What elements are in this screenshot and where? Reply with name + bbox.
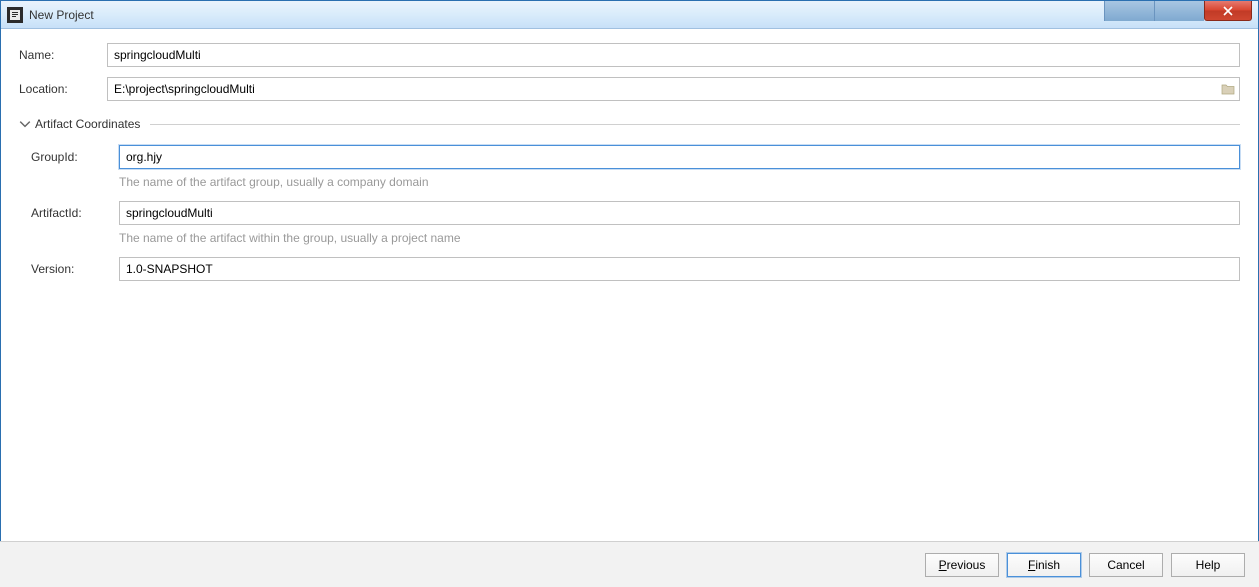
- app-icon: [7, 7, 23, 23]
- section-title: Artifact Coordinates: [35, 117, 140, 131]
- name-input[interactable]: [107, 43, 1240, 67]
- name-label: Name:: [19, 48, 107, 62]
- previous-button[interactable]: Previous: [925, 553, 999, 577]
- version-label: Version:: [31, 262, 119, 276]
- browse-folder-icon[interactable]: [1217, 83, 1239, 95]
- help-button[interactable]: Help: [1171, 553, 1245, 577]
- artifactid-hint: The name of the artifact within the grou…: [119, 231, 1240, 245]
- name-row: Name:: [19, 43, 1240, 67]
- location-input[interactable]: [108, 78, 1217, 100]
- location-label: Location:: [19, 82, 107, 96]
- artifactid-label: ArtifactId:: [31, 206, 119, 220]
- close-button[interactable]: [1204, 1, 1252, 21]
- artifact-coordinates-section: GroupId: The name of the artifact group,…: [19, 145, 1240, 281]
- dialog-footer: Previous Finish Cancel Help: [0, 541, 1259, 587]
- titlebar: New Project: [1, 1, 1258, 29]
- groupid-input[interactable]: [119, 145, 1240, 169]
- version-row: Version:: [31, 257, 1240, 281]
- window-title: New Project: [29, 8, 94, 22]
- chevron-down-icon: [19, 118, 31, 130]
- dialog-content: Name: Location: Artifact Coordinates Gro…: [1, 29, 1258, 540]
- cancel-button[interactable]: Cancel: [1089, 553, 1163, 577]
- finish-button[interactable]: Finish: [1007, 553, 1081, 577]
- groupid-row: GroupId:: [31, 145, 1240, 169]
- artifactid-input[interactable]: [119, 201, 1240, 225]
- window-controls: [1104, 1, 1258, 21]
- artifact-coordinates-toggle[interactable]: Artifact Coordinates: [19, 117, 1240, 131]
- location-input-wrapper: [107, 77, 1240, 101]
- location-row: Location:: [19, 77, 1240, 101]
- version-input[interactable]: [119, 257, 1240, 281]
- section-divider: [150, 124, 1240, 125]
- artifactid-row: ArtifactId:: [31, 201, 1240, 225]
- titlebar-bg1: [1104, 1, 1154, 21]
- titlebar-bg2: [1154, 1, 1204, 21]
- groupid-hint: The name of the artifact group, usually …: [119, 175, 1240, 189]
- groupid-label: GroupId:: [31, 150, 119, 164]
